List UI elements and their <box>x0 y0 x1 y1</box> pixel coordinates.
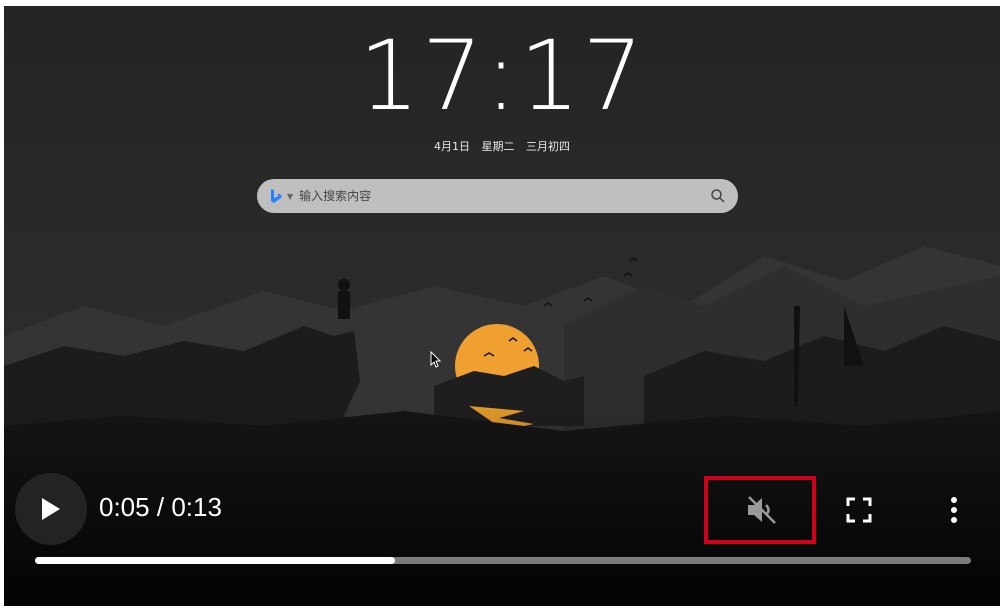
search-input[interactable] <box>297 188 710 204</box>
play-button[interactable] <box>15 473 87 545</box>
fullscreen-icon <box>846 497 872 523</box>
more-vertical-icon <box>951 497 957 523</box>
play-icon <box>42 498 60 520</box>
search-bar[interactable]: ▼ <box>257 179 738 213</box>
time-display: 0:05 / 0:13 <box>99 492 222 523</box>
fullscreen-button[interactable] <box>837 488 881 532</box>
duration: 0:13 <box>171 492 222 522</box>
clock-time: 17:17 <box>358 20 646 132</box>
search-icon[interactable] <box>710 188 726 204</box>
mouse-cursor-icon <box>430 350 442 373</box>
time-separator: / <box>156 492 165 522</box>
current-time: 0:05 <box>99 492 150 522</box>
mute-button[interactable] <box>734 488 790 532</box>
date-weekday: 星期二 <box>481 140 515 153</box>
date-line: 4月1日 星期二 三月初四 <box>4 138 1000 154</box>
volume-muted-icon <box>748 496 776 524</box>
date-lunar: 三月初四 <box>526 140 570 153</box>
progress-bar[interactable] <box>35 557 971 564</box>
date-day: 4月1日 <box>434 140 470 153</box>
bing-icon[interactable] <box>269 188 283 204</box>
progress-fill <box>35 557 396 564</box>
engine-dropdown-caret-icon[interactable]: ▼ <box>287 192 293 201</box>
more-options-button[interactable] <box>934 488 974 532</box>
video-frame: 17:17 4月1日 星期二 三月初四 ▼ 0:05 / 0:13 <box>4 6 1000 606</box>
